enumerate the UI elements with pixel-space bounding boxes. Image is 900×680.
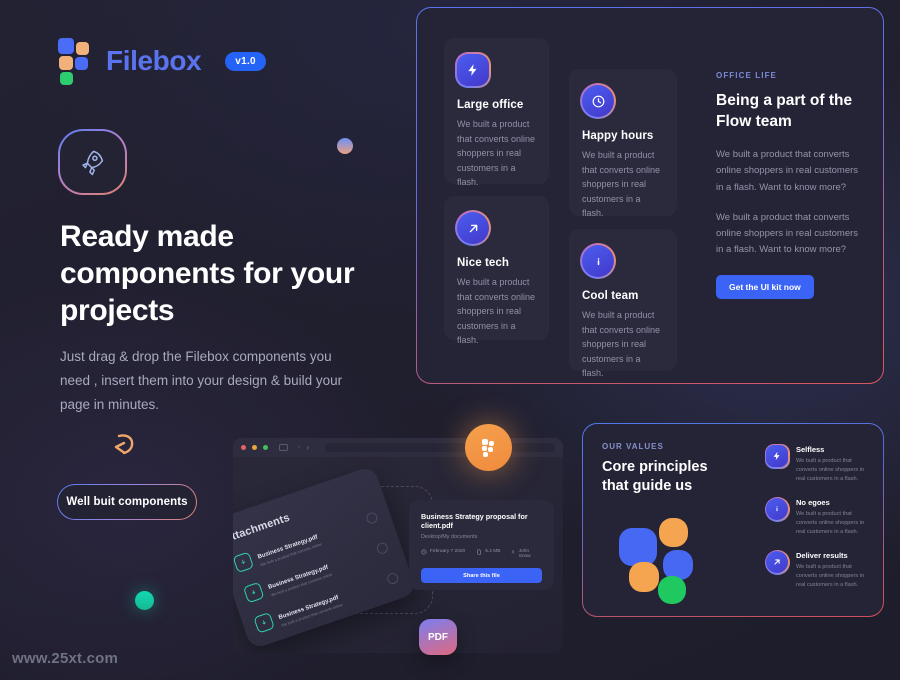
pdf-badge: PDF: [419, 619, 457, 655]
feature-card-title: Cool team: [582, 290, 639, 302]
page-root: Filebox v1.0 Ready made components for y…: [0, 0, 900, 680]
rocket-icon: [60, 131, 125, 193]
window-minimize-button[interactable]: [252, 445, 257, 450]
window-maximize-button[interactable]: [263, 445, 268, 450]
filebox-blocks-logo-large-icon: [619, 518, 711, 604]
pill-button-label: Well buit components: [66, 496, 188, 508]
attachment-checkbox[interactable]: [375, 541, 390, 556]
back-icon[interactable]: ‹: [298, 444, 300, 451]
forward-icon[interactable]: ›: [306, 443, 309, 452]
value-item-title: Deliver results: [796, 551, 848, 561]
clock-icon: [580, 83, 616, 119]
watermark: www.25xt.com: [12, 650, 119, 667]
office-life-paragraph-1: We built a product that converts online …: [716, 148, 859, 193]
clock-icon: [421, 549, 427, 555]
file-date: February 7 2020: [421, 549, 465, 559]
office-life-section: OFFICE LIFE Being a part of the Flow tea…: [716, 71, 863, 299]
value-item-title: No egoes: [796, 498, 830, 508]
file-meta-row: February 7 2020 5.2 MB John Snow: [421, 549, 542, 559]
filebox-blocks-logo-icon: [482, 439, 495, 457]
brand-logo[interactable]: Filebox v1.0: [58, 38, 266, 85]
rocket-badge: [58, 129, 127, 195]
address-bar[interactable]: [325, 443, 555, 452]
values-heading-block: OUR VALUES Core principles that guide us: [602, 442, 732, 496]
office-life-heading: Being a part of the Flow team: [716, 92, 853, 130]
info-icon: [580, 243, 616, 279]
our-values-eyebrow: OUR VALUES: [602, 442, 664, 451]
feature-card-nice-tech[interactable]: Nice tech We built a product that conver…: [444, 196, 549, 345]
attachment-checkbox[interactable]: [365, 511, 379, 526]
file-icon: [253, 612, 276, 634]
file-name: Business Strategy proposal for client.pd…: [421, 512, 528, 530]
browser-mockup: ‹ › Attachments Business Strategy.pdf We…: [233, 438, 563, 653]
values-list: Selfless We built a product that convert…: [764, 443, 870, 590]
curved-arrow-icon: [110, 430, 144, 464]
info-icon: [764, 496, 790, 522]
decorative-green-dot: [135, 591, 154, 610]
version-badge: v1.0: [225, 51, 266, 71]
lightning-bolt-icon: [764, 443, 790, 469]
office-life-eyebrow: OFFICE LIFE: [716, 71, 777, 80]
file-size: 5.2 MB: [476, 549, 500, 559]
feature-card-title: Large office: [457, 99, 524, 111]
sidebar-toggle-icon[interactable]: [279, 444, 288, 451]
filebox-orb-button[interactable]: [465, 424, 512, 471]
get-ui-kit-button[interactable]: Get the UI kit now: [716, 274, 814, 299]
file-icon: [243, 582, 265, 604]
feature-card-desc: We built a product that converts online …: [457, 277, 536, 346]
arrow-up-right-icon: [455, 210, 491, 246]
brand-name: Filebox: [106, 45, 202, 76]
feature-card-desc: We built a product that converts online …: [582, 310, 661, 379]
feature-card-desc: We built a product that converts online …: [582, 150, 661, 219]
window-close-button[interactable]: [241, 445, 246, 450]
office-life-paragraph-2: We built a product that converts online …: [716, 211, 859, 256]
arrow-up-right-icon: [764, 549, 790, 575]
feature-card-desc: We built a product that converts online …: [457, 119, 536, 188]
value-item-deliver-results[interactable]: Deliver results We built a product that …: [764, 549, 870, 590]
file-owner: John Snow: [511, 549, 535, 559]
user-icon: [512, 550, 515, 554]
value-item-desc: We built a product that converts online …: [796, 564, 865, 589]
lightning-bolt-icon: [455, 52, 491, 88]
features-panel: Large office We built a product that con…: [416, 7, 884, 384]
value-item-desc: We built a product that converts online …: [796, 511, 865, 536]
file-path: Desktop/My documents: [421, 534, 478, 540]
feature-card-title: Nice tech: [457, 257, 510, 269]
share-file-button[interactable]: Share this file: [421, 568, 542, 583]
page-title: Ready made components for your projects: [60, 220, 355, 327]
values-heading: Core principles that guide us: [602, 459, 708, 494]
value-item-no-egoes[interactable]: No egoes We built a product that convert…: [764, 496, 870, 537]
file-icon: [233, 551, 255, 574]
hero-paragraph: Just drag & drop the Filebox components …: [60, 349, 343, 413]
browser-title-bar: ‹ ›: [233, 438, 563, 457]
attachment-checkbox[interactable]: [385, 571, 400, 586]
get-ui-kit-label: Get the UI kit now: [729, 281, 801, 292]
feature-card-title: Happy hours: [582, 130, 654, 142]
document-icon: [477, 549, 482, 555]
filebox-blocks-logo-icon: [58, 38, 92, 85]
values-panel: OUR VALUES Core principles that guide us…: [582, 423, 884, 617]
share-file-label: Share this file: [463, 572, 500, 579]
feature-card-happy-hours[interactable]: Happy hours We built a product that conv…: [569, 69, 677, 218]
value-item-desc: We built a product that converts online …: [796, 458, 865, 483]
decorative-orb: [337, 138, 353, 154]
feature-card-cool-team[interactable]: Cool team We built a product that conver…: [569, 229, 677, 378]
well-built-components-button[interactable]: Well buit components: [57, 484, 197, 520]
value-item-title: Selfless: [796, 445, 825, 454]
file-detail-card: Business Strategy proposal for client.pd…: [409, 500, 554, 590]
value-item-selfless[interactable]: Selfless We built a product that convert…: [764, 443, 870, 484]
feature-card-large-office[interactable]: Large office We built a product that con…: [444, 38, 549, 187]
